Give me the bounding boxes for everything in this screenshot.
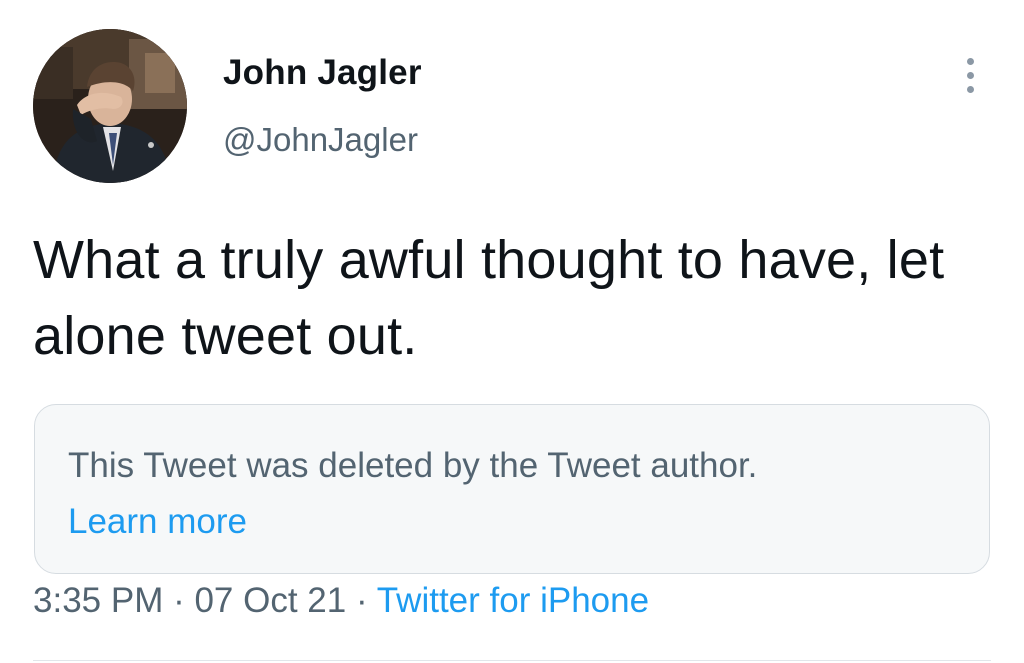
deleted-quote-tweet-card: This Tweet was deleted by the Tweet auth… xyxy=(34,404,990,574)
more-vertical-icon-dot xyxy=(966,71,974,79)
tweet-date[interactable]: 07 Oct 21 xyxy=(194,581,346,620)
tweet-time[interactable]: 3:35 PM xyxy=(33,581,163,620)
author-display-name[interactable]: John Jagler xyxy=(223,52,422,94)
more-options-button[interactable] xyxy=(950,50,990,100)
profile-photo xyxy=(33,29,187,183)
tweet-text: What a truly awful thought to have, let … xyxy=(33,230,945,366)
deleted-tweet-notice: This Tweet was deleted by the Tweet auth… xyxy=(68,446,758,485)
tweet-source-link[interactable]: Twitter for iPhone xyxy=(377,581,649,620)
more-vertical-icon xyxy=(966,57,974,65)
meta-separator: · xyxy=(163,581,195,620)
avatar[interactable] xyxy=(33,29,187,183)
meta-separator: · xyxy=(346,581,377,620)
tweet-metadata: 3:35 PM · 07 Oct 21 · Twitter for iPhone xyxy=(33,580,649,622)
divider xyxy=(33,660,991,661)
author-handle[interactable]: @JohnJagler xyxy=(223,120,418,160)
more-vertical-icon-dot xyxy=(966,85,974,93)
learn-more-link[interactable]: Learn more xyxy=(68,501,247,543)
